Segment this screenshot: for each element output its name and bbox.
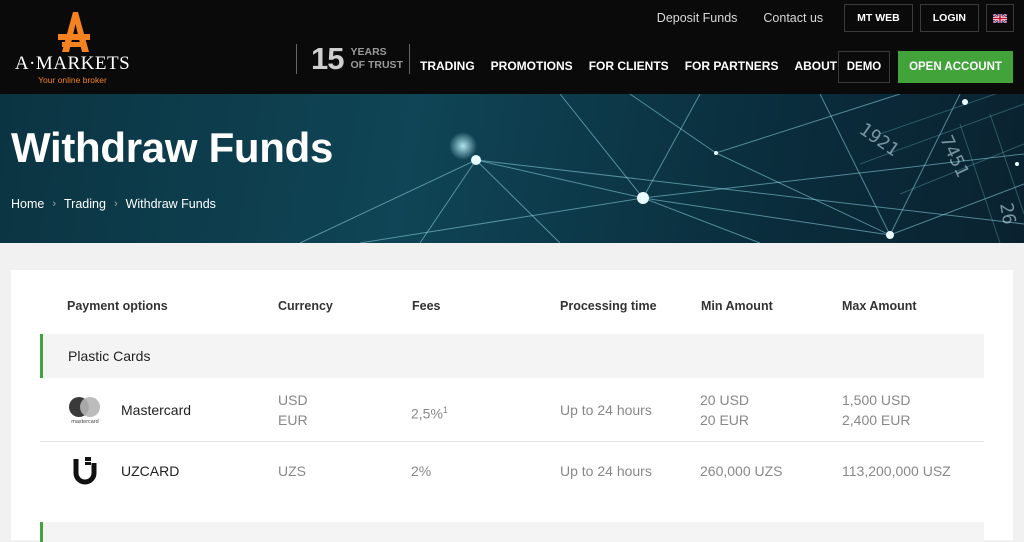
breadcrumb-home[interactable]: Home [11,197,44,211]
site-header: A·MARKETS Your online broker Deposit Fun… [0,0,1024,94]
nav-about[interactable]: ABOUT [794,59,837,73]
table-header: Payment options Currency Fees Processing… [11,270,1013,334]
breadcrumb-chevron-icon: › [52,198,57,210]
years-line1: YEARS [350,46,387,58]
currency-1: UZS [278,463,306,479]
open-account-button[interactable]: OPEN ACCOUNT [898,51,1013,83]
group-label: Plastic Cards [68,348,151,364]
breadcrumb: Home › Trading › Withdraw Funds [11,197,216,211]
mastercard-icon-label: mastercard [71,419,99,424]
header-payment-options: Payment options [67,299,168,313]
header-currency: Currency [278,299,333,313]
login-button[interactable]: LOGIN [919,4,979,32]
demo-button[interactable]: DEMO [838,51,890,83]
main-nav: TRADING PROMOTIONS FOR CLIENTS FOR PARTN… [420,51,853,81]
header-fees: Fees [412,299,441,313]
currency-1: USD [278,392,308,408]
hero-banner: 1921 7451 26 Withdraw Funds Home › Tradi… [0,94,1024,243]
bg-digits: 26 [995,201,1019,226]
processing-time: Up to 24 hours [560,402,652,418]
header-max-amount: Max Amount [842,299,917,313]
header-min-amount: Min Amount [701,299,773,313]
deposit-funds-link[interactable]: Deposit Funds [657,11,738,25]
amarkets-logo[interactable]: A·MARKETS Your online broker [10,8,135,85]
min-amount-2: 20 EUR [700,412,750,428]
max-amount-1: 113,200,000 USZ [842,463,951,479]
currency-2: EUR [278,412,308,428]
min-amount-1: 20 USD [700,392,750,408]
group-plastic-cards[interactable]: Plastic Cards [40,334,984,378]
processing-time: Up to 24 hours [560,463,652,479]
table-row-mastercard[interactable]: mastercard Mastercard USD EUR 2,5%1 Up t… [40,378,984,441]
table-row-uzcard[interactable]: UZCARD UZS 2% Up to 24 hours 260,000 UZS… [40,442,984,500]
nav-trading[interactable]: TRADING [420,59,475,73]
nav-for-partners[interactable]: FOR PARTNERS [685,59,779,73]
language-button[interactable] [986,4,1014,32]
min-amount-1: 260,000 UZS [700,463,783,479]
next-group-row [40,522,984,542]
breadcrumb-trading[interactable]: Trading [64,197,106,211]
bg-digits: 7451 [935,132,972,180]
uzcard-icon [73,457,97,485]
fee-value: 2% [411,463,432,479]
page-title: Withdraw Funds [11,124,334,171]
amarkets-logo-icon [58,12,90,52]
years-number: 15 [311,41,344,76]
fee: 2,5%1 [411,400,448,424]
payment-options-table: Payment options Currency Fees Processing… [11,270,1013,542]
nav-promotions[interactable]: PROMOTIONS [491,59,573,73]
years-line2: OF TRUST [350,59,403,71]
fee-value: 2,5% [411,405,443,422]
uk-flag-icon [993,13,1007,23]
nav-for-clients[interactable]: FOR CLIENTS [589,59,669,73]
years-text: YEARS OF TRUST [350,46,403,72]
brand-tagline: Your online broker [38,75,107,85]
years-of-trust-badge: 15 YEARS OF TRUST [296,41,403,76]
payment-name: Mastercard [121,402,192,418]
mt-web-button[interactable]: MT WEB [844,4,913,32]
mastercard-icon: mastercard [69,397,100,424]
top-links: Deposit Funds Contact us MT WEB LOGIN [657,4,1014,32]
breadcrumb-chevron-icon: › [113,198,118,210]
breadcrumb-current: Withdraw Funds [125,197,216,211]
payment-name: UZCARD [121,463,180,479]
max-amount-2: 2,400 EUR [842,412,911,428]
contact-us-link[interactable]: Contact us [763,11,823,25]
fee-footnote[interactable]: 1 [443,405,448,415]
nav-divider [409,44,410,74]
brand-name: A·MARKETS [14,53,131,74]
max-amount-1: 1,500 USD [842,392,911,408]
header-processing-time: Processing time [560,299,657,313]
bg-digits: 1921 [855,119,903,161]
